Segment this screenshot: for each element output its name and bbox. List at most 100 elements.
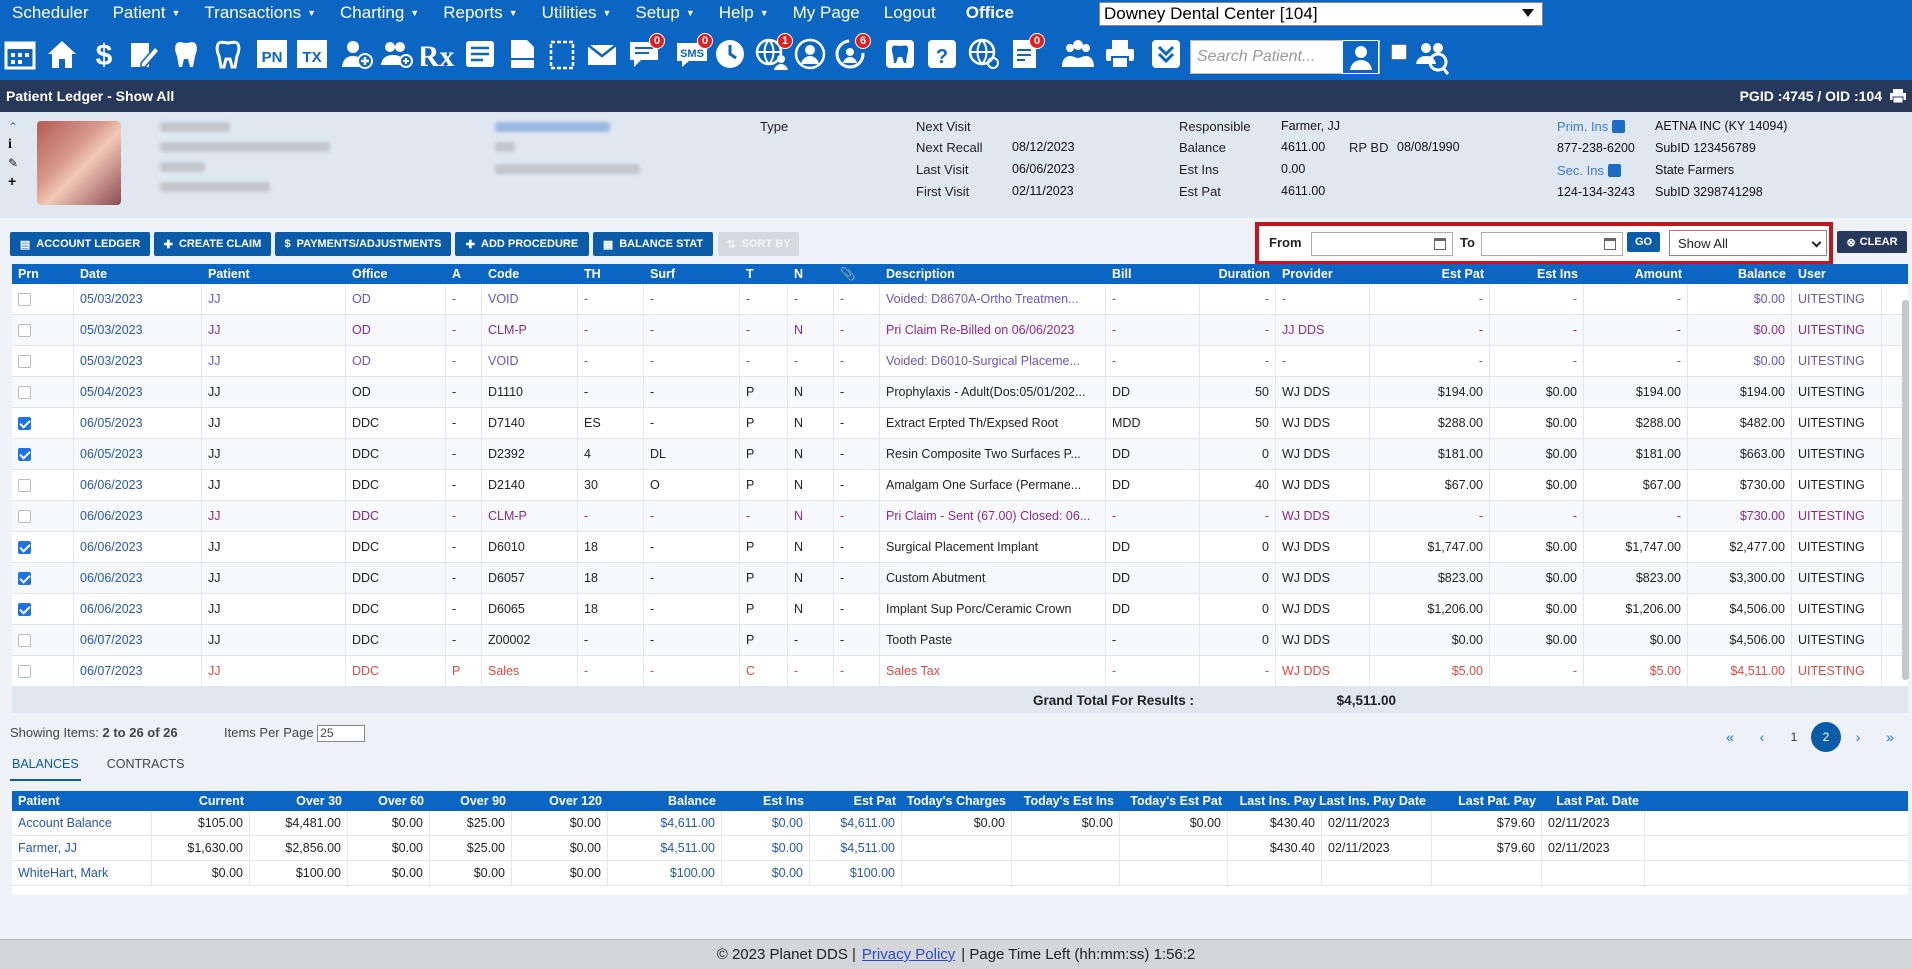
calendar-icon[interactable]	[1434, 238, 1446, 250]
tab-contracts[interactable]: CONTRACTS	[105, 755, 187, 781]
perio-tooth-icon[interactable]	[210, 35, 246, 73]
calendar-icon[interactable]	[1604, 238, 1616, 250]
tooth-icon[interactable]	[882, 35, 918, 73]
last-page-button[interactable]: »	[1875, 722, 1905, 752]
col-header[interactable]: Balance	[1688, 264, 1792, 284]
date-link[interactable]: 06/06/2023	[74, 594, 202, 624]
table-row[interactable]: 06/06/2023 JJ DDC - D6065 18- P N - Implant Sup P…	[12, 594, 1908, 625]
date-link[interactable]: 05/04/2023	[74, 377, 202, 407]
account-ledger-button[interactable]: ▤ ACCOUNT LEDGER	[10, 232, 150, 256]
notes-icon[interactable]	[462, 35, 498, 73]
balances-row[interactable]: WhiteHart, Mark $0.00 $100.00 $0.00 $0.00 $0.…	[12, 861, 1908, 886]
prescription-icon[interactable]: Rx	[420, 35, 456, 73]
tab-balances[interactable]: BALANCES	[10, 755, 81, 781]
table-row[interactable]: 06/07/2023 JJ DDC - Z00002- - P - - Tooth Paste -0…	[12, 625, 1908, 656]
print-icon[interactable]	[1102, 35, 1138, 73]
menu-my-page[interactable]: My Page	[781, 0, 872, 26]
menu-utilities[interactable]: Utilities ▼	[530, 0, 624, 26]
to-date-input[interactable]	[1481, 232, 1623, 256]
add-patient-icon[interactable]	[338, 35, 374, 73]
date-link[interactable]: 06/07/2023	[74, 656, 202, 686]
balance-stat-button[interactable]: ▦ BALANCE STAT	[593, 232, 713, 256]
prim-ins-link[interactable]: Prim. Ins	[1557, 119, 1626, 134]
balances-col-header[interactable]: Over 30	[250, 791, 348, 811]
date-link[interactable]: 06/06/2023	[74, 501, 202, 531]
privacy-policy-link[interactable]: Privacy Policy	[862, 946, 955, 963]
col-header[interactable]: Code	[482, 264, 578, 284]
table-row[interactable]: 06/06/2023 JJ DDC - D2140 30 O P N - Amalgam One S…	[12, 470, 1908, 501]
col-header[interactable]: TH	[578, 264, 644, 284]
col-header[interactable]: Date	[74, 264, 202, 284]
col-header[interactable]: Prn	[12, 264, 74, 284]
scheduler-calendar-icon[interactable]	[2, 35, 38, 73]
insurance-card-icon[interactable]	[1607, 164, 1621, 177]
menu-help[interactable]: Help ▼	[707, 0, 781, 26]
balances-col-header[interactable]: Last Ins. Pay	[1228, 791, 1322, 811]
go-button[interactable]: GO	[1627, 232, 1660, 252]
balances-col-header[interactable]: Patient	[12, 791, 152, 811]
next-page-button[interactable]: ›	[1843, 722, 1873, 752]
balances-col-header[interactable]: Balance	[608, 791, 722, 811]
add-family-icon[interactable]	[378, 35, 414, 73]
balances-col-header[interactable]: Current	[152, 791, 250, 811]
table-row[interactable]: 06/06/2023 JJ DDC - CLM-P - - - N - Pri Claim - Se…	[12, 501, 1908, 532]
first-page-button[interactable]: «	[1715, 722, 1745, 752]
table-row[interactable]: 05/03/2023 JJ OD - VOID - - - - - Voided: D6010-Su…	[12, 346, 1908, 377]
print-checkbox[interactable]	[18, 664, 31, 678]
col-header[interactable]: User	[1792, 264, 1882, 284]
table-row[interactable]: 06/05/2023 JJ DDC - D2392 4 DL P N - Resin Composi…	[12, 439, 1908, 470]
print-checkbox[interactable]	[18, 323, 31, 337]
balance-patient-link[interactable]: WhiteHart, Mark	[12, 861, 152, 885]
billing-dollar-icon[interactable]: $	[86, 35, 122, 73]
print-checkbox[interactable]	[18, 509, 31, 523]
tooth-chart-icon[interactable]	[168, 35, 204, 73]
prev-page-button[interactable]: ‹	[1747, 722, 1777, 752]
balances-col-header[interactable]: Last Ins. Pay Date	[1319, 791, 1432, 811]
print-checkbox[interactable]	[18, 478, 31, 492]
office-select[interactable]: Downey Dental Center [104]	[1099, 2, 1543, 26]
col-header[interactable]: Description	[880, 264, 1106, 284]
date-link[interactable]: 06/06/2023	[74, 563, 202, 593]
balances-col-header[interactable]: Today's Est Ins	[1012, 791, 1120, 811]
print-checkbox[interactable]	[18, 447, 31, 461]
balances-col-header[interactable]: Today's Charges	[902, 791, 1012, 811]
sec-ins-link[interactable]: Sec. Ins	[1557, 163, 1621, 178]
search-checkbox[interactable]	[1391, 44, 1407, 60]
info-icon[interactable]: i	[8, 137, 24, 153]
menu-scheduler[interactable]: Scheduler	[0, 0, 101, 26]
clock-icon[interactable]	[712, 35, 748, 73]
help-tooth-icon[interactable]: ?	[924, 35, 960, 73]
col-header[interactable]: N	[788, 264, 834, 284]
balance-patient-link[interactable]: Farmer, JJ	[12, 836, 152, 860]
group-users-icon[interactable]	[1060, 35, 1096, 73]
balances-row[interactable]: Account Balance $105.00 $4,481.00 $0.00 $25.…	[12, 811, 1908, 836]
email-icon[interactable]	[584, 35, 620, 73]
balances-col-header[interactable]: Over 60	[348, 791, 430, 811]
balances-col-header[interactable]: Last Pat. Pay	[1432, 791, 1542, 811]
web-globe-icon[interactable]	[966, 35, 1002, 73]
balance-patient-link[interactable]: Account Balance	[12, 811, 152, 835]
date-link[interactable]: 05/03/2023	[74, 346, 202, 376]
expand-down-icon[interactable]	[1148, 35, 1184, 73]
create-claim-button[interactable]: ✚ CREATE CLAIM	[154, 232, 271, 256]
menu-reports[interactable]: Reports ▼	[431, 0, 529, 26]
col-header[interactable]: Amount	[1584, 264, 1688, 284]
table-row[interactable]: 06/06/2023 JJ DDC - D6010 18- P N - Surgical Plac…	[12, 532, 1908, 563]
col-header[interactable]: T	[740, 264, 788, 284]
date-link[interactable]: 05/03/2023	[74, 284, 202, 314]
date-link[interactable]: 06/05/2023	[74, 408, 202, 438]
document-alert-icon[interactable]: 0	[1006, 33, 1045, 73]
document-scan-icon[interactable]	[504, 35, 540, 73]
menu-transactions[interactable]: Transactions ▼	[192, 0, 328, 26]
table-row[interactable]: 06/06/2023 JJ DDC - D6057 18- P N - Custom Abutme…	[12, 563, 1908, 594]
print-checkbox[interactable]	[18, 354, 31, 368]
clear-button[interactable]: ⊗ CLEAR	[1837, 231, 1907, 253]
page-1-button[interactable]: 1	[1779, 722, 1809, 752]
sms-icon[interactable]: SMS 0	[674, 33, 713, 73]
items-per-page-select[interactable]: 25	[317, 725, 366, 743]
add-icon[interactable]: +	[8, 173, 24, 189]
vertical-scrollbar[interactable]	[1902, 300, 1909, 680]
balances-col-header[interactable]: Today's Est Pat	[1120, 791, 1228, 811]
print-icon[interactable]	[1890, 89, 1906, 103]
balances-col-header[interactable]: Est Pat	[810, 791, 902, 811]
